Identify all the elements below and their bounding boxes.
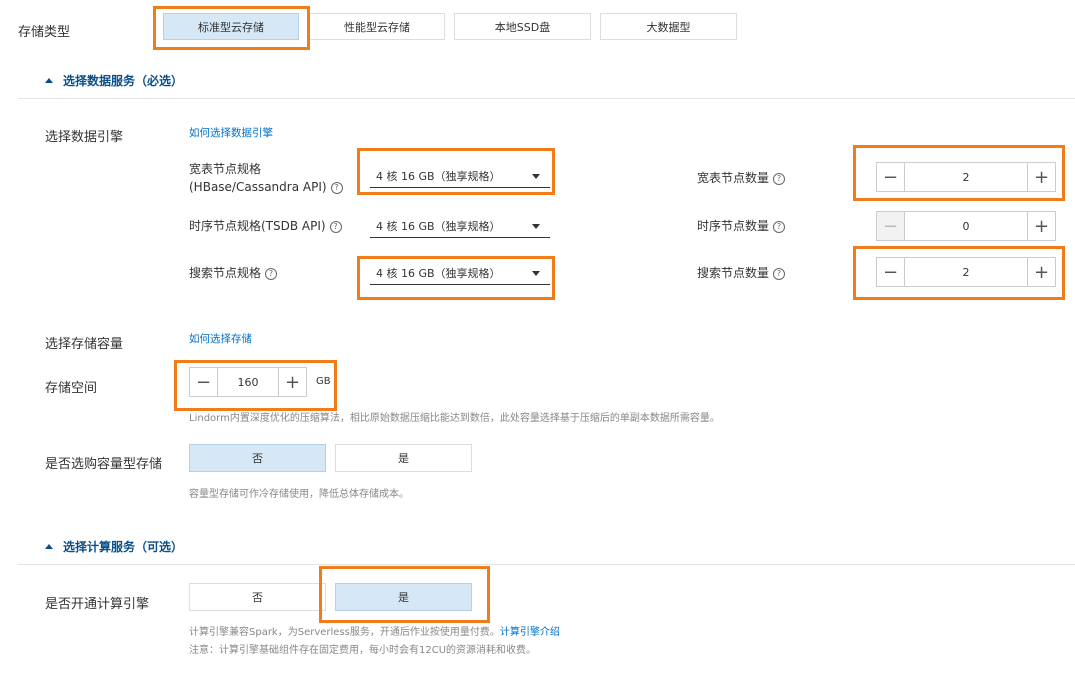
capacity-label: 选择存储容量 xyxy=(45,337,124,352)
tsdb-count-label-text: 时序节点数量 xyxy=(697,219,770,233)
compute-option-no[interactable]: 否 xyxy=(189,583,326,611)
space-stepper[interactable]: − 160 + xyxy=(189,367,307,397)
wide-table-spec-value: 4 核 16 GB（独享规格） xyxy=(376,169,501,183)
tsdb-spec-select[interactable]: 4 核 16 GB（独享规格） xyxy=(370,214,550,238)
plus-icon[interactable]: + xyxy=(278,368,306,396)
search-spec-value: 4 核 16 GB（独享规格） xyxy=(376,266,501,280)
minus-icon[interactable]: − xyxy=(190,368,218,396)
wide-table-count-label-text: 宽表节点数量 xyxy=(697,171,770,185)
minus-icon[interactable]: − xyxy=(877,258,905,286)
compute-hint-2: 注意：计算引擎基础组件存在固定费用，每小时会有12CU的资源消耗和收费。 xyxy=(189,645,537,656)
search-count-stepper[interactable]: − 2 + xyxy=(876,257,1056,287)
cold-storage-label: 是否选购容量型存储 xyxy=(45,457,163,472)
tsdb-count-stepper[interactable]: − 0 + xyxy=(876,211,1056,241)
collapse-arrow-icon xyxy=(45,78,53,83)
search-spec-select[interactable]: 4 核 16 GB（独享规格） xyxy=(370,261,550,285)
compute-engine-intro-link[interactable]: 计算引擎介绍 xyxy=(500,627,560,638)
dropdown-caret-icon xyxy=(532,174,540,179)
storage-type-label: 存储类型 xyxy=(18,25,71,40)
help-icon[interactable]: ? xyxy=(773,220,786,233)
section-divider xyxy=(18,564,1075,565)
section-divider xyxy=(18,98,1075,99)
dropdown-caret-icon xyxy=(532,224,540,229)
space-unit: GB xyxy=(316,376,331,387)
compute-service-section-title: 选择计算服务（可选） xyxy=(63,540,184,554)
compute-service-section-toggle[interactable]: 选择计算服务（可选） xyxy=(45,538,183,555)
plus-icon[interactable]: + xyxy=(1027,258,1055,286)
search-count-value[interactable]: 2 xyxy=(905,258,1027,286)
collapse-arrow-icon xyxy=(45,544,53,549)
compute-hint-1: 计算引擎兼容Spark，为Serverless服务，开通后作业按使用量付费。计算… xyxy=(189,623,560,638)
space-hint: Lindorm内置深度优化的压缩算法，相比原始数据压缩比能达到数倍，此处容量选择… xyxy=(189,413,720,424)
help-icon[interactable]: ? xyxy=(773,172,786,185)
space-label: 存储空间 xyxy=(45,381,98,396)
compute-engine-label: 是否开通计算引擎 xyxy=(45,597,150,612)
dropdown-caret-icon xyxy=(532,271,540,276)
help-icon[interactable]: ? xyxy=(330,181,343,194)
wide-table-spec-label: 宽表节点规格 (HBase/Cassandra API)? xyxy=(189,160,343,196)
tsdb-count-value[interactable]: 0 xyxy=(905,212,1027,240)
search-count-label-text: 搜索节点数量 xyxy=(697,266,770,280)
search-count-label: 搜索节点数量? xyxy=(697,264,786,281)
compute-hint-1-text: 计算引擎兼容Spark，为Serverless服务，开通后作业按使用量付费。 xyxy=(189,627,500,638)
data-service-section-title: 选择数据服务（必选） xyxy=(63,74,184,88)
cold-storage-option-yes[interactable]: 是 xyxy=(335,444,472,472)
help-icon[interactable]: ? xyxy=(773,267,786,280)
storage-option-local-ssd[interactable]: 本地SSD盘 xyxy=(454,13,591,40)
storage-option-performance[interactable]: 性能型云存储 xyxy=(309,13,445,40)
space-value[interactable]: 160 xyxy=(218,368,278,396)
search-spec-label: 搜索节点规格? xyxy=(189,264,278,281)
wide-table-count-label: 宽表节点数量? xyxy=(697,169,786,186)
search-spec-label-text: 搜索节点规格 xyxy=(189,266,262,280)
compute-option-yes[interactable]: 是 xyxy=(335,583,472,611)
minus-icon[interactable]: − xyxy=(877,163,905,191)
capacity-help-link[interactable]: 如何选择存储 xyxy=(189,331,252,346)
plus-icon[interactable]: + xyxy=(1027,163,1055,191)
tsdb-count-label: 时序节点数量? xyxy=(697,217,786,234)
wide-table-count-stepper[interactable]: − 2 + xyxy=(876,162,1056,192)
wide-table-spec-select[interactable]: 4 核 16 GB（独享规格） xyxy=(370,164,550,188)
tsdb-spec-label: 时序节点规格(TSDB API)? xyxy=(189,217,342,234)
engine-label: 选择数据引擎 xyxy=(45,130,124,145)
tsdb-spec-value: 4 核 16 GB（独享规格） xyxy=(376,219,501,233)
tsdb-spec-label-text: 时序节点规格(TSDB API) xyxy=(189,219,326,233)
storage-option-standard[interactable]: 标准型云存储 xyxy=(163,13,299,40)
minus-icon: − xyxy=(877,212,905,240)
plus-icon[interactable]: + xyxy=(1027,212,1055,240)
engine-help-link[interactable]: 如何选择数据引擎 xyxy=(189,125,273,140)
storage-option-bigdata[interactable]: 大数据型 xyxy=(600,13,737,40)
help-icon[interactable]: ? xyxy=(265,267,278,280)
help-icon[interactable]: ? xyxy=(329,220,342,233)
wide-table-count-value[interactable]: 2 xyxy=(905,163,1027,191)
cold-storage-option-no[interactable]: 否 xyxy=(189,444,326,472)
wide-table-spec-label-line1: 宽表节点规格 xyxy=(189,162,262,176)
data-service-section-toggle[interactable]: 选择数据服务（必选） xyxy=(45,72,183,89)
cold-storage-hint: 容量型存储可作冷存储使用，降低总体存储成本。 xyxy=(189,489,409,500)
wide-table-spec-label-line2: (HBase/Cassandra API) xyxy=(189,180,327,194)
